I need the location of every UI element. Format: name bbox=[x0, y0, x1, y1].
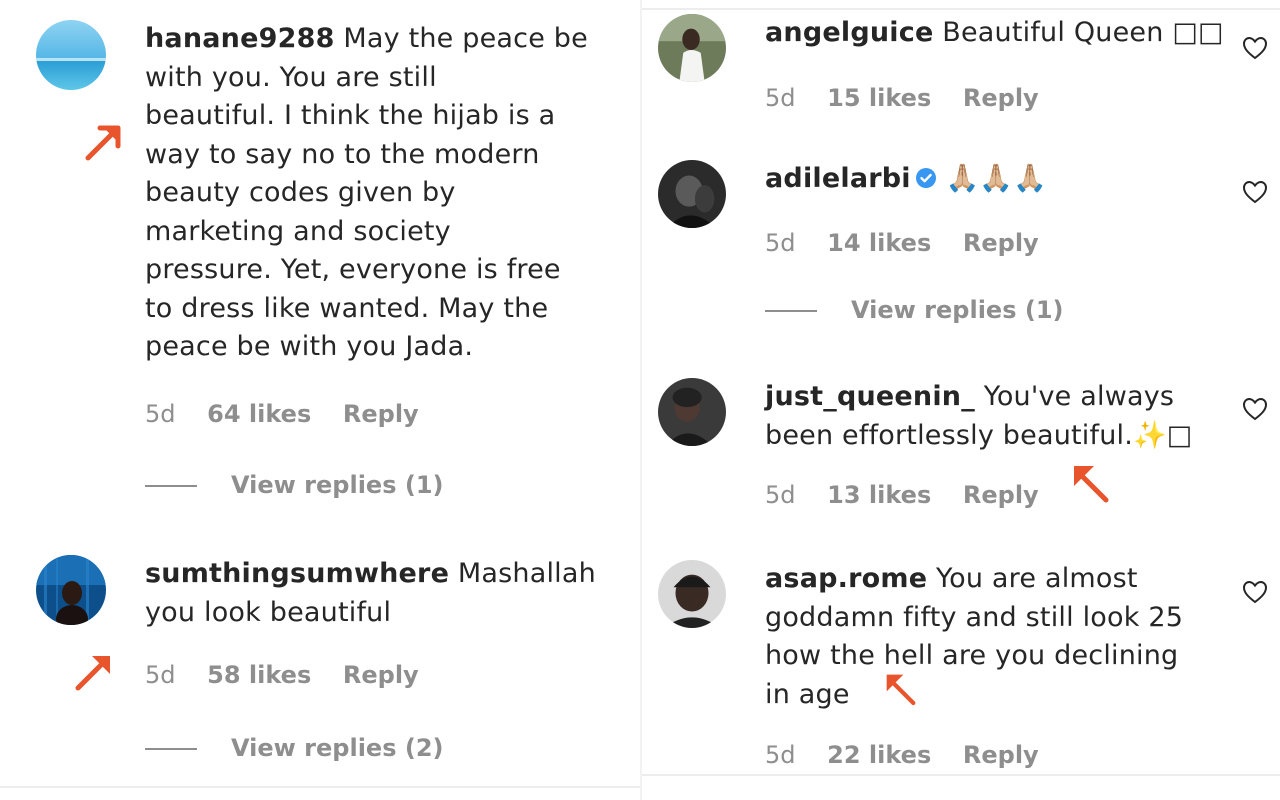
comment-likes[interactable]: 64 likes bbox=[207, 400, 311, 428]
comment-line: to dress like wanted. May the bbox=[145, 292, 549, 324]
comment-likes[interactable]: 15 likes bbox=[827, 84, 931, 112]
comment-emoji: 🙏🏼🙏🏼🙏🏼 bbox=[945, 163, 1048, 194]
view-replies-label: View replies (2) bbox=[231, 734, 444, 762]
avatar-image bbox=[36, 555, 106, 625]
view-replies-button[interactable]: View replies (1) bbox=[765, 296, 1063, 324]
verified-badge-icon bbox=[915, 167, 937, 189]
avatar-asap.rome[interactable] bbox=[658, 560, 726, 628]
comment-line: You've always bbox=[983, 381, 1175, 412]
comment-username[interactable]: sumthingsumwhere bbox=[145, 558, 449, 589]
avatar-adilelarbi[interactable] bbox=[658, 160, 726, 228]
comment-likes[interactable]: 22 likes bbox=[827, 741, 931, 769]
comment-text: hanane9288 May the peace be with you. Yo… bbox=[145, 20, 615, 367]
comment-line: you look beautiful bbox=[145, 596, 392, 628]
comment-meta: 5d 15 likes Reply bbox=[765, 84, 1063, 112]
comment-line: beauty codes given by bbox=[145, 177, 456, 208]
reply-button[interactable]: Reply bbox=[963, 229, 1039, 257]
comment-meta: 5d 64 likes Reply bbox=[145, 400, 443, 428]
comment-text: sumthingsumwhere Mashallah you look beau… bbox=[145, 555, 615, 632]
replies-dash bbox=[765, 310, 817, 312]
avatar-image bbox=[658, 14, 726, 82]
reply-button[interactable]: Reply bbox=[963, 481, 1039, 509]
bottom-divider bbox=[642, 774, 1280, 776]
comment-line: pressure. Yet, everyone is free bbox=[145, 254, 561, 285]
comment-likes[interactable]: 14 likes bbox=[827, 229, 931, 257]
comment-username[interactable]: asap.rome bbox=[765, 563, 927, 594]
annotation-arrow-icon bbox=[72, 646, 120, 694]
comment-username[interactable]: angelguice bbox=[765, 17, 933, 48]
avatar-sumthingsumwhere[interactable] bbox=[36, 555, 106, 625]
comment-meta: 5d 58 likes Reply bbox=[145, 661, 443, 689]
comment-line: with you. You are still bbox=[145, 61, 437, 93]
comment-username[interactable]: hanane9288 bbox=[145, 23, 335, 54]
avatar-angelguice[interactable] bbox=[658, 14, 726, 82]
reply-button[interactable]: Reply bbox=[963, 84, 1039, 112]
comment-line: May the peace be bbox=[343, 23, 588, 54]
comment-line: goddamn fifty and still look 25 bbox=[765, 601, 1184, 633]
view-replies-label: View replies (1) bbox=[851, 296, 1064, 324]
comment-text: angelguice Beautiful Queen □□ bbox=[765, 14, 1235, 53]
comment-age: 5d bbox=[145, 661, 176, 689]
view-replies-button[interactable]: View replies (1) bbox=[145, 471, 443, 499]
comment-line: beautiful. I think the hijab is a bbox=[145, 100, 556, 131]
comment-age: 5d bbox=[765, 229, 796, 257]
avatar-hanane9288[interactable] bbox=[36, 20, 106, 90]
comment-line: peace be with you Jada. bbox=[145, 331, 474, 362]
comment-username[interactable]: adilelarbi bbox=[765, 163, 911, 194]
heart-outline-icon[interactable] bbox=[1242, 580, 1268, 604]
comment-text: adilelarbi 🙏🏼🙏🏼🙏🏼 bbox=[765, 160, 1235, 199]
comment-username[interactable]: just_queenin_ bbox=[765, 381, 975, 412]
right-screenshot-panel: angelguice Beautiful Queen □□ 5d 15 like… bbox=[642, 0, 1280, 800]
replies-dash bbox=[145, 748, 197, 750]
comment-line: Mashallah bbox=[457, 558, 596, 589]
left-screenshot-panel: hanane9288 May the peace be with you. Yo… bbox=[0, 0, 640, 800]
annotation-arrow-icon bbox=[880, 668, 920, 708]
heart-outline-icon[interactable] bbox=[1242, 180, 1268, 204]
comment-likes[interactable]: 58 likes bbox=[207, 661, 311, 689]
comment-age: 5d bbox=[145, 400, 176, 428]
annotation-arrow-icon bbox=[1066, 458, 1114, 506]
comment-line: how the hell are you declining bbox=[765, 640, 1179, 671]
comment-meta: 5d 13 likes Reply bbox=[765, 481, 1063, 509]
comment-line: Beautiful Queen □□ bbox=[942, 17, 1224, 48]
comment-age: 5d bbox=[765, 741, 796, 769]
comment-line: marketing and society bbox=[145, 215, 451, 247]
reply-button[interactable]: Reply bbox=[343, 400, 419, 428]
annotation-arrow-icon bbox=[82, 116, 130, 164]
comment-age: 5d bbox=[765, 481, 796, 509]
comment-text: asap.rome You are almost goddamn fifty a… bbox=[765, 560, 1235, 714]
comment-line: way to say no to the modern bbox=[145, 138, 540, 170]
comment-text: just_queenin_ You've always been effortl… bbox=[765, 378, 1235, 455]
heart-outline-icon[interactable] bbox=[1242, 36, 1268, 60]
comment-line: in age bbox=[765, 678, 850, 710]
comment-line: been effortlessly beautiful.✨□ bbox=[765, 419, 1193, 451]
comment-likes[interactable]: 13 likes bbox=[827, 481, 931, 509]
comment-meta: 5d 22 likes Reply bbox=[765, 741, 1063, 769]
heart-outline-icon[interactable] bbox=[1242, 397, 1268, 421]
comment-line: You are almost bbox=[936, 563, 1138, 594]
top-divider bbox=[642, 8, 1280, 10]
avatar-just_queenin_[interactable] bbox=[658, 378, 726, 446]
view-replies-button[interactable]: View replies (2) bbox=[145, 734, 443, 762]
avatar-image bbox=[36, 20, 106, 90]
avatar-image bbox=[658, 560, 726, 628]
bottom-divider bbox=[0, 786, 640, 788]
replies-dash bbox=[145, 485, 197, 487]
comment-age: 5d bbox=[765, 84, 796, 112]
comment-meta: 5d 14 likes Reply bbox=[765, 229, 1063, 257]
avatar-image bbox=[658, 160, 726, 228]
view-replies-label: View replies (1) bbox=[231, 471, 444, 499]
reply-button[interactable]: Reply bbox=[963, 741, 1039, 769]
reply-button[interactable]: Reply bbox=[343, 661, 419, 689]
avatar-image bbox=[658, 378, 726, 446]
